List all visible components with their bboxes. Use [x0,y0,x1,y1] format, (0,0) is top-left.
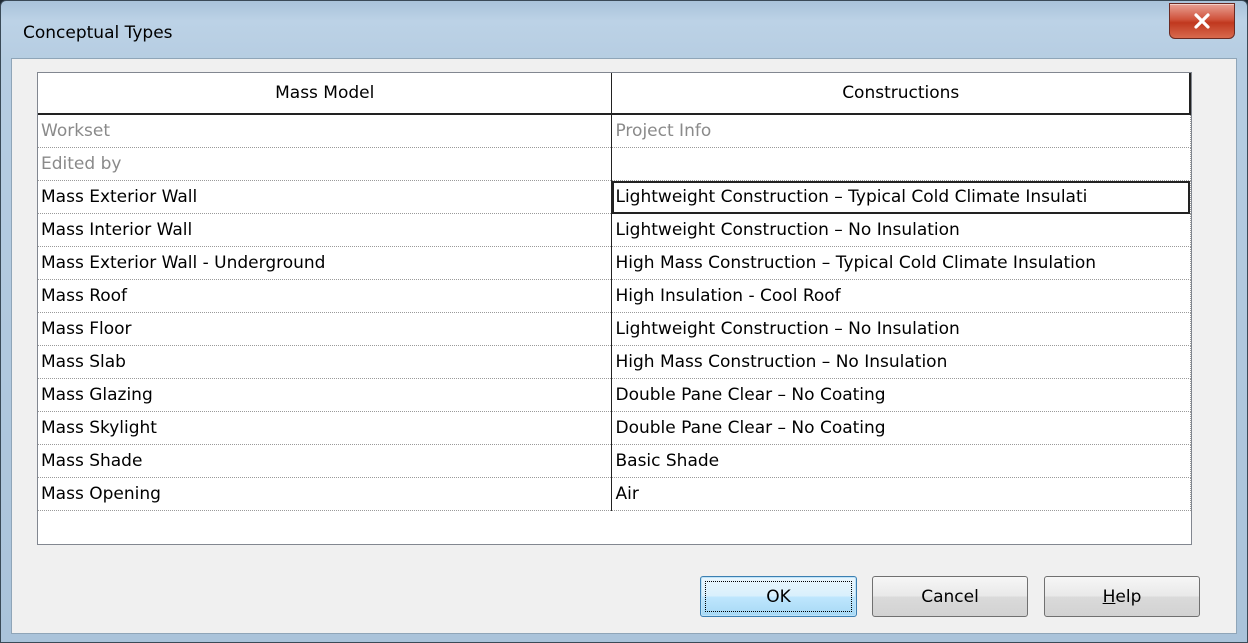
cell-label: Mass Shade [38,444,613,478]
cell-label: Mass Floor [38,312,613,346]
cancel-button-label: Cancel [921,586,979,607]
cell-label: Mass Exterior Wall [38,180,613,214]
table-row[interactable]: Mass Exterior Wall Lightweight Construct… [38,180,1191,214]
column-header-constructions[interactable]: Constructions [611,73,1191,115]
table-row[interactable]: Mass Exterior Wall - Underground High Ma… [38,246,1191,280]
cell-label: Mass Interior Wall [38,213,613,247]
close-icon [1194,13,1210,29]
table-row[interactable]: Mass Interior Wall Lightweight Construct… [38,213,1191,247]
construction-dropdown-cell[interactable]: Double Pane Clear – No Coating [611,378,1191,412]
table-row-edited-by: Edited by [38,147,1191,181]
types-table: Mass Model Constructions Workset Project… [38,73,1191,511]
table-row[interactable]: Mass Skylight Double Pane Clear – No Coa… [38,411,1191,445]
conceptual-types-dialog: Conceptual Types Mass Model Construction… [0,0,1248,643]
table-row[interactable]: Mass Roof High Insulation - Cool Roof [38,279,1191,313]
cell-label: Mass Roof [38,279,613,313]
dialog-body: Mass Model Constructions Workset Project… [11,58,1237,634]
close-button[interactable] [1169,3,1235,39]
construction-dropdown-cell[interactable]: Air [611,477,1191,511]
cell-value: Project Info [611,114,1191,148]
table-row[interactable]: Mass Opening Air [38,477,1191,511]
help-mnemonic: H [1102,586,1116,607]
table-row[interactable]: Mass Glazing Double Pane Clear – No Coat… [38,378,1191,412]
cell-label: Mass Opening [38,477,613,511]
cell-label: Mass Exterior Wall - Underground [38,246,613,280]
cell-label: Mass Glazing [38,378,613,412]
cell-label: Mass Slab [38,345,613,379]
construction-dropdown-cell[interactable]: High Mass Construction – No Insulation [611,345,1191,379]
ok-button[interactable]: OK [700,576,857,617]
cell-label: Edited by [38,147,613,181]
help-button[interactable]: Help [1044,576,1200,617]
dialog-title: Conceptual Types [23,23,173,43]
construction-dropdown-cell[interactable]: Lightweight Construction – Typical Cold … [611,180,1191,214]
table-row-workset: Workset Project Info [38,114,1191,148]
help-button-label: Help [1103,587,1142,607]
header-row: Mass Model Constructions [38,73,1191,115]
cell-value [611,147,1191,181]
construction-dropdown-cell[interactable]: High Mass Construction – Typical Cold Cl… [611,246,1191,280]
construction-dropdown-cell[interactable]: Lightweight Construction – No Insulation [611,213,1191,247]
cell-label: Workset [38,114,613,148]
focus-rectangle [705,581,852,612]
title-bar[interactable]: Conceptual Types [1,1,1247,61]
construction-dropdown-cell[interactable]: Basic Shade [611,444,1191,478]
table-row[interactable]: Mass Shade Basic Shade [38,444,1191,478]
construction-dropdown-cell[interactable]: High Insulation - Cool Roof [611,279,1191,313]
table-row[interactable]: Mass Slab High Mass Construction – No In… [38,345,1191,379]
cancel-button[interactable]: Cancel [872,576,1028,617]
construction-dropdown-cell[interactable]: Double Pane Clear – No Coating [611,411,1191,445]
table-row[interactable]: Mass Floor Lightweight Construction – No… [38,312,1191,346]
column-header-mass-model[interactable]: Mass Model [38,73,613,115]
construction-dropdown-cell[interactable]: Lightweight Construction – No Insulation [611,312,1191,346]
help-label-rest: elp [1115,586,1142,607]
conceptual-types-grid: Mass Model Constructions Workset Project… [37,72,1192,545]
cell-label: Mass Skylight [38,411,613,445]
